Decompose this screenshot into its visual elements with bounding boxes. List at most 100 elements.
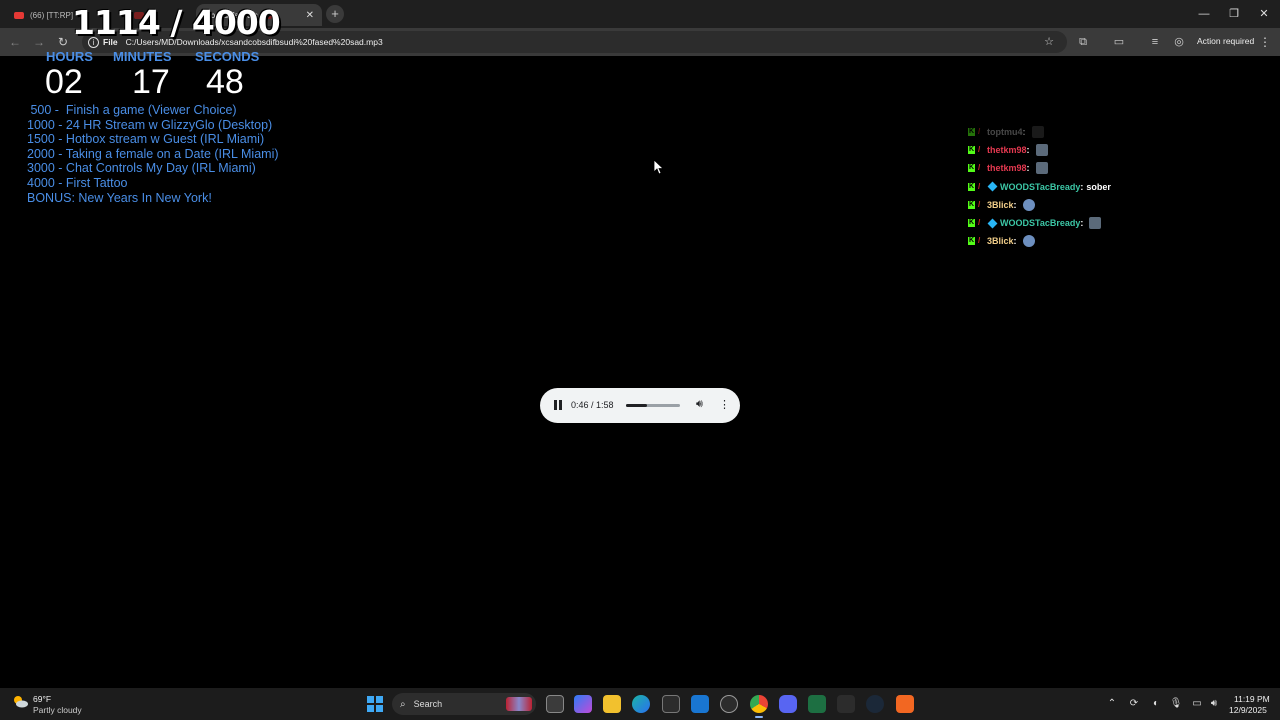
profile-icon[interactable]: ◎ — [1170, 33, 1188, 51]
goal-list: 500 - Finish a game (Viewer Choice) 1000… — [27, 103, 279, 205]
chat-separator: : — [1013, 236, 1017, 247]
sub-badge-icon: / — [978, 181, 981, 191]
tab-label: (66) [TT:RP] — [30, 10, 74, 20]
emote-icon — [1035, 144, 1048, 157]
chat-username[interactable]: WOODSTacBready — [1000, 182, 1080, 192]
app-icon[interactable] — [837, 695, 855, 713]
discord-icon[interactable] — [779, 695, 797, 713]
chat-separator: : — [1013, 199, 1017, 210]
diamond-badge-icon — [987, 218, 998, 228]
goal-item: BONUS: New Years In New York! — [27, 190, 212, 205]
chat-username[interactable]: toptmu4 — [987, 127, 1023, 137]
hours-value: 02 — [45, 63, 83, 101]
task-view-icon[interactable] — [546, 695, 564, 713]
search-label: Search — [413, 699, 443, 709]
app-icon[interactable] — [896, 695, 914, 713]
maximize-icon[interactable]: ❐ — [1219, 4, 1249, 24]
excel-icon[interactable] — [808, 695, 826, 713]
chat-message: K / WOODSTacBready: — [968, 214, 1111, 232]
youtube-icon — [14, 11, 24, 19]
action-required-button[interactable]: Action required — [1197, 36, 1254, 46]
volume-icon[interactable]: 🔊︎ — [696, 398, 703, 411]
search-highlight-icon — [506, 697, 532, 711]
goal-item: 4000 - First Tattoo — [27, 175, 128, 190]
tray-app-icon[interactable]: ◐ — [1149, 697, 1163, 711]
chat-username[interactable]: WOODSTacBready — [1000, 218, 1080, 228]
windows-start-icon[interactable] — [367, 696, 383, 712]
clock-time[interactable]: 11:19 PM — [1234, 694, 1270, 704]
store-icon[interactable] — [662, 695, 680, 713]
chat-message: K / toptmu4: — [968, 123, 1111, 141]
chat-message: K/ 3Blick: — [968, 196, 1111, 214]
copilot-icon[interactable] — [574, 695, 592, 713]
kick-badge-icon: K — [968, 182, 975, 191]
chrome-icon[interactable] — [750, 695, 768, 718]
edge-icon[interactable] — [632, 695, 650, 713]
app-icon[interactable] — [720, 695, 738, 713]
chat-username[interactable]: thetkm98 — [987, 163, 1027, 173]
network-icon[interactable]: ▭ — [1190, 697, 1204, 711]
microphone-icon[interactable]: 🎙︎ — [1169, 697, 1183, 711]
chat-separator: : — [1080, 181, 1084, 192]
steam-icon[interactable] — [866, 695, 884, 713]
goal-item: 2000 - Taking a female on a Date (IRL Mi… — [27, 146, 279, 161]
cast-icon[interactable]: ▭ — [1110, 33, 1128, 51]
chat-message: K / WOODSTacBready: sober — [968, 178, 1111, 196]
diamond-badge-icon — [987, 181, 998, 192]
minimize-icon[interactable]: — — [1189, 4, 1219, 24]
chat-username[interactable]: 3Blick — [987, 236, 1014, 246]
kick-badge-icon: K — [968, 128, 975, 137]
media-control-icon[interactable]: ≡ — [1146, 33, 1164, 51]
taskbar-search[interactable]: ⌕ Search — [392, 693, 536, 715]
sub-badge-icon: / — [978, 199, 981, 209]
chat-text: sober — [1086, 181, 1111, 192]
kick-badge-icon: K — [968, 219, 975, 228]
mouse-cursor-icon — [654, 160, 664, 175]
speaker-icon[interactable]: 🔊︎ — [1207, 697, 1221, 711]
bookmark-star-icon[interactable]: ☆ — [1040, 33, 1058, 51]
weather-icon[interactable] — [12, 694, 28, 708]
goal-item: 1500 - Hotbox stream w Guest (IRL Miami) — [27, 132, 265, 147]
emote-icon — [1022, 235, 1035, 248]
emote-icon — [1089, 217, 1102, 230]
back-icon[interactable]: ← — [6, 33, 24, 51]
sub-badge-icon: / — [978, 145, 981, 155]
goal-item: 1000 - 24 HR Stream w GlizzyGlo (Desktop… — [27, 117, 273, 132]
sub-badge-icon: / — [978, 218, 981, 228]
chat-message: K/ 3Blick: — [968, 232, 1111, 250]
outlook-icon[interactable] — [691, 695, 709, 713]
sub-badge-icon: / — [978, 236, 981, 246]
more-options-icon[interactable]: ⋮ — [719, 398, 730, 411]
pause-icon[interactable] — [554, 400, 562, 410]
kick-badge-icon: K — [968, 146, 975, 155]
sync-icon[interactable]: ⟳ — [1127, 697, 1141, 711]
kick-badge-icon: K — [968, 164, 975, 173]
close-window-icon[interactable]: ✕ — [1249, 4, 1279, 24]
audio-player: 0:46 / 1:58 🔊︎ ⋮ — [540, 388, 740, 423]
playback-time: 0:46 / 1:58 — [571, 400, 614, 410]
clock-date[interactable]: 12/9/2025 — [1229, 705, 1267, 715]
chat-username[interactable]: thetkm98 — [987, 145, 1027, 155]
seconds-value: 48 — [206, 63, 244, 101]
emote-icon — [1031, 126, 1044, 139]
search-icon: ⌕ — [400, 698, 406, 710]
emote-icon — [1022, 198, 1035, 211]
browser-menu-icon[interactable]: ⋮ — [1258, 33, 1272, 51]
minutes-value: 17 — [132, 63, 170, 101]
goal-item: 3000 - Chat Controls My Day (IRL Miami) — [27, 161, 256, 176]
taskbar: 69°F Partly cloudy ⌕ Search ⌃ ⟳ ◐ 🎙︎ ▭ 🔊… — [0, 688, 1280, 720]
chat-username[interactable]: 3Blick — [987, 200, 1014, 210]
weather-desc: Partly cloudy — [33, 705, 82, 715]
file-explorer-icon[interactable] — [603, 695, 621, 713]
sub-badge-icon: / — [978, 127, 981, 137]
chat-overlay: K / toptmu4: K / thetkm98: K / thetkm98: K / WOODST… — [968, 123, 1111, 250]
chat-separator: : — [1026, 163, 1030, 174]
seek-bar[interactable] — [626, 404, 680, 407]
goal-item: 500 - Finish a game (Viewer Choice) — [27, 103, 237, 117]
new-tab-button[interactable]: + — [326, 5, 344, 23]
emote-icon — [1035, 162, 1048, 175]
close-tab-icon[interactable]: ✕ — [306, 10, 314, 21]
sub-badge-icon: / — [978, 163, 981, 173]
chevron-up-icon[interactable]: ⌃ — [1105, 697, 1119, 711]
extensions-icon[interactable]: ⧉ — [1074, 33, 1092, 51]
